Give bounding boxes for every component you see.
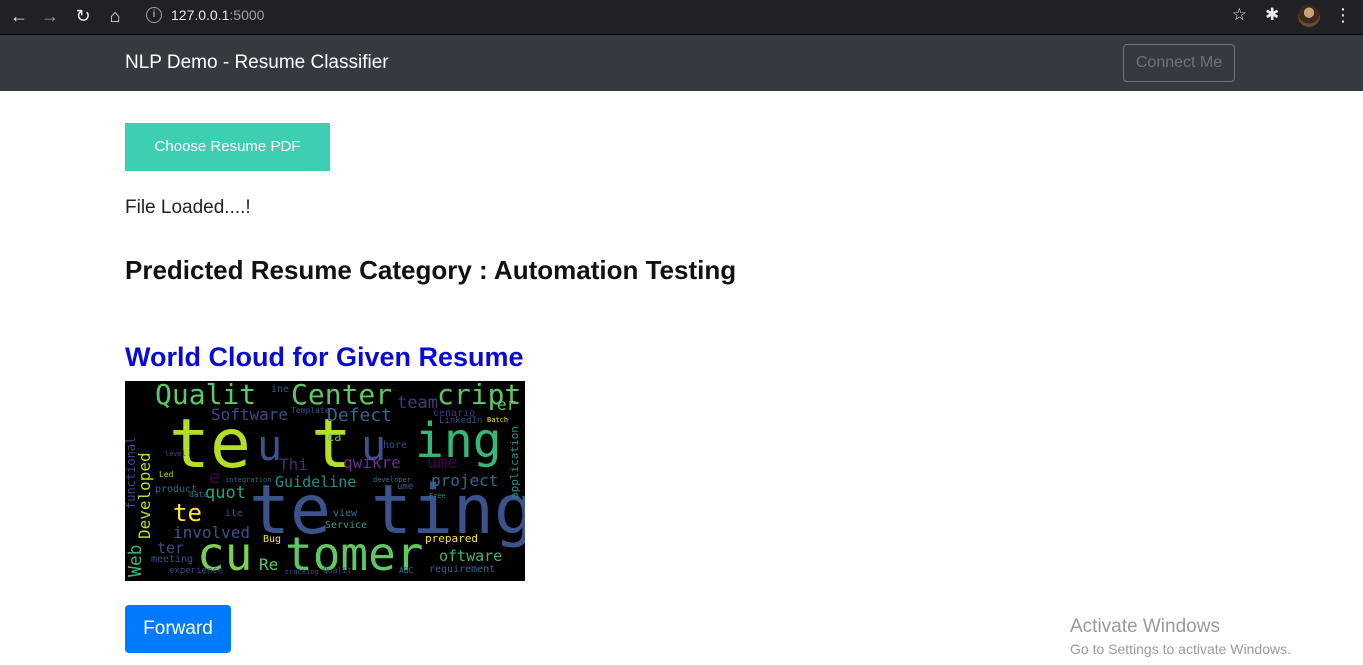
reload-icon[interactable]: ↻	[72, 5, 94, 27]
wordcloud-word: data	[189, 490, 209, 499]
wordcloud-word: qwikre	[343, 453, 401, 472]
activate-windows-watermark: Activate Windows Go to Settings to activ…	[1070, 616, 1291, 657]
wordcloud-word: e	[209, 467, 220, 488]
wordcloud-word: oftware	[439, 547, 503, 565]
wordcloud-word: er	[497, 395, 517, 414]
wordcloud-word: Web	[125, 544, 146, 577]
browser-toolbar: ← → ↻ ⌂ i 127.0.0.1:5000 ☆ ✱ ⋮	[0, 0, 1363, 35]
wordcloud-word: Free	[429, 492, 446, 500]
wordcloud-word: involved	[173, 523, 251, 542]
file-status-text: File Loaded....!	[125, 197, 251, 218]
wordcloud-word: prepared	[425, 532, 478, 545]
wordcloud-word: view	[333, 508, 358, 519]
wordcloud-word: Qualit	[323, 566, 352, 575]
forward-button[interactable]: Forward	[125, 605, 231, 653]
wordcloud-word: ite	[225, 508, 244, 519]
wordcloud-word: ume	[397, 482, 414, 492]
wordcloud-word: ca	[327, 430, 342, 444]
bookmark-star-icon[interactable]: ☆	[1232, 5, 1247, 25]
wordcloud-word: functional	[125, 436, 138, 509]
profile-avatar[interactable]	[1298, 5, 1320, 27]
wordcloud-word: ABC	[399, 566, 414, 575]
wordcloud-word: Thi	[279, 455, 308, 474]
wordcloud-word: level	[165, 450, 187, 458]
navbar-brand[interactable]: NLP Demo - Resume Classifier	[125, 52, 389, 74]
wordcloud-word: Re	[259, 555, 279, 574]
connect-me-button[interactable]: Connect Me	[1123, 44, 1235, 82]
wordcloud-word: Software	[211, 405, 289, 424]
wordcloud-word: Led	[159, 470, 174, 479]
wordcloud-word: Template	[291, 406, 330, 415]
predicted-category-heading: Predicted Resume Category : Automation T…	[125, 255, 737, 285]
wordcloud-word: Guideline	[275, 473, 357, 491]
wordcloud-word: Developed	[135, 452, 154, 539]
forward-arrow-icon[interactable]: →	[39, 5, 61, 27]
more-menu-icon[interactable]: ⋮	[1334, 5, 1352, 26]
wordcloud-word: integration	[225, 476, 272, 484]
back-arrow-icon[interactable]: ←	[8, 5, 30, 27]
wordcloud-word: LinkedIn	[439, 416, 483, 426]
wordcloud-word: experience	[169, 566, 224, 576]
activate-windows-subtitle: Go to Settings to activate Windows.	[1070, 641, 1291, 657]
wordcloud-word: Batch	[487, 416, 509, 424]
activate-windows-title: Activate Windows	[1070, 616, 1220, 637]
wordcloud-word: ine	[271, 384, 290, 395]
wordcloud-image: Qualit Center cript te u t u ing te ting…	[125, 381, 525, 581]
wordcloud-word: Bug	[263, 534, 282, 545]
address-bar[interactable]: i 127.0.0.1:5000 ☆	[134, 3, 1259, 29]
wordcloud-word: requirement	[429, 564, 496, 575]
site-info-icon[interactable]: i	[146, 7, 162, 23]
wordcloud-word: tracking	[285, 568, 319, 576]
url-text[interactable]: 127.0.0.1:5000	[171, 7, 264, 23]
url-port: :5000	[229, 7, 265, 23]
wordcloud-word: Service	[325, 520, 368, 531]
choose-resume-pdf-button[interactable]: Choose Resume PDF	[125, 123, 330, 171]
wordcloud-word: Defect	[327, 405, 393, 426]
wordcloud-word: meeting	[151, 554, 194, 565]
navbar: NLP Demo - Resume Classifier Connect Me	[0, 35, 1363, 91]
extensions-puzzle-icon[interactable]: ✱	[1265, 5, 1279, 25]
home-icon[interactable]: ⌂	[104, 5, 126, 27]
wordcloud-word: ume	[427, 453, 458, 473]
wordcloud-title: World Cloud for Given Resume	[125, 342, 524, 372]
wordcloud-word: hore	[383, 440, 408, 451]
url-host: 127.0.0.1	[171, 7, 230, 23]
wordcloud-word: application	[508, 426, 521, 499]
wordcloud-word: team	[397, 393, 438, 413]
wordcloud-word: project	[431, 471, 499, 490]
wordcloud-word: te	[173, 499, 202, 527]
